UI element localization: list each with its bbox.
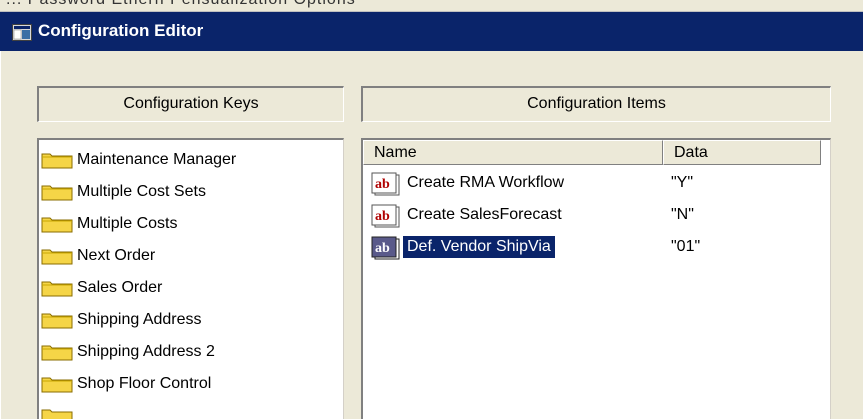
tree-item-shipping-address[interactable]: Shipping Address xyxy=(41,304,202,336)
configuration-items-list[interactable]: Name Data ab Create RMA Workflow "Y" ab … xyxy=(361,138,831,419)
tree-item-label: Sales Order xyxy=(77,279,163,296)
folder-icon xyxy=(41,343,75,361)
folder-icon xyxy=(41,151,75,169)
folder-icon xyxy=(41,183,75,201)
window-client-area: Configuration Keys Configuration Items M… xyxy=(0,51,863,419)
folder-icon xyxy=(41,247,75,265)
column-header-name[interactable]: Name xyxy=(363,140,663,165)
tree-item-label: Shop Floor Control xyxy=(77,375,212,392)
list-row-data: "Y" xyxy=(671,174,694,191)
tree-item-partial[interactable] xyxy=(41,400,75,419)
window-app-icon[interactable] xyxy=(12,24,32,41)
folder-icon xyxy=(41,375,75,393)
folder-icon xyxy=(41,407,75,419)
window-title: Configuration Editor xyxy=(38,21,204,40)
list-row-create-salesforecast[interactable]: ab Create SalesForecast "N" xyxy=(371,200,811,230)
list-row-def-vendor-shipvia[interactable]: ab Def. Vendor ShipVia "01" xyxy=(371,232,811,262)
list-row-name-selected: Def. Vendor ShipVia xyxy=(403,236,555,258)
tree-item-label: Multiple Costs xyxy=(77,215,178,232)
string-value-icon: ab xyxy=(371,172,401,196)
svg-text:ab: ab xyxy=(375,177,390,192)
list-row-data: "N" xyxy=(671,206,694,223)
configuration-items-header: Configuration Items xyxy=(361,86,831,122)
tree-item-label: Multiple Cost Sets xyxy=(77,183,206,200)
menu-bar-partial: ... Password Ethern Pensualization Optio… xyxy=(0,0,863,11)
string-value-icon: ab xyxy=(371,236,401,260)
list-row-name: Create RMA Workflow xyxy=(407,174,565,191)
tree-item-label: Next Order xyxy=(77,247,156,264)
list-row-create-rma-workflow[interactable]: ab Create RMA Workflow "Y" xyxy=(371,168,811,198)
string-value-icon: ab xyxy=(371,204,401,228)
list-row-name: Create SalesForecast xyxy=(407,206,562,223)
tree-item-shipping-address-2[interactable]: Shipping Address 2 xyxy=(41,336,215,368)
tree-item-multiple-costs[interactable]: Multiple Costs xyxy=(41,208,177,240)
configuration-keys-tree[interactable]: Maintenance Manager Multiple Cost Sets M… xyxy=(37,138,344,419)
folder-icon xyxy=(41,311,75,329)
tree-item-label: Maintenance Manager xyxy=(77,151,237,168)
tree-item-shop-floor-control[interactable]: Shop Floor Control xyxy=(41,368,211,400)
tree-item-maintenance-manager[interactable]: Maintenance Manager xyxy=(41,144,236,176)
tree-item-multiple-cost-sets[interactable]: Multiple Cost Sets xyxy=(41,176,206,208)
list-header: Name Data xyxy=(363,140,823,165)
menu-bar-text: ... Password Ethern Pensualization Optio… xyxy=(6,0,356,9)
svg-text:ab: ab xyxy=(375,241,390,256)
title-bar[interactable]: Configuration Editor xyxy=(0,11,863,51)
list-row-data: "01" xyxy=(671,238,701,255)
folder-icon xyxy=(41,279,75,297)
tree-item-label: Shipping Address xyxy=(77,311,202,328)
tree-item-next-order[interactable]: Next Order xyxy=(41,240,155,272)
configuration-keys-header: Configuration Keys xyxy=(37,86,344,122)
svg-text:ab: ab xyxy=(375,209,390,224)
tree-item-label: Shipping Address 2 xyxy=(77,343,215,360)
tree-item-sales-order[interactable]: Sales Order xyxy=(41,272,162,304)
column-header-data[interactable]: Data xyxy=(663,140,821,165)
folder-icon xyxy=(41,215,75,233)
